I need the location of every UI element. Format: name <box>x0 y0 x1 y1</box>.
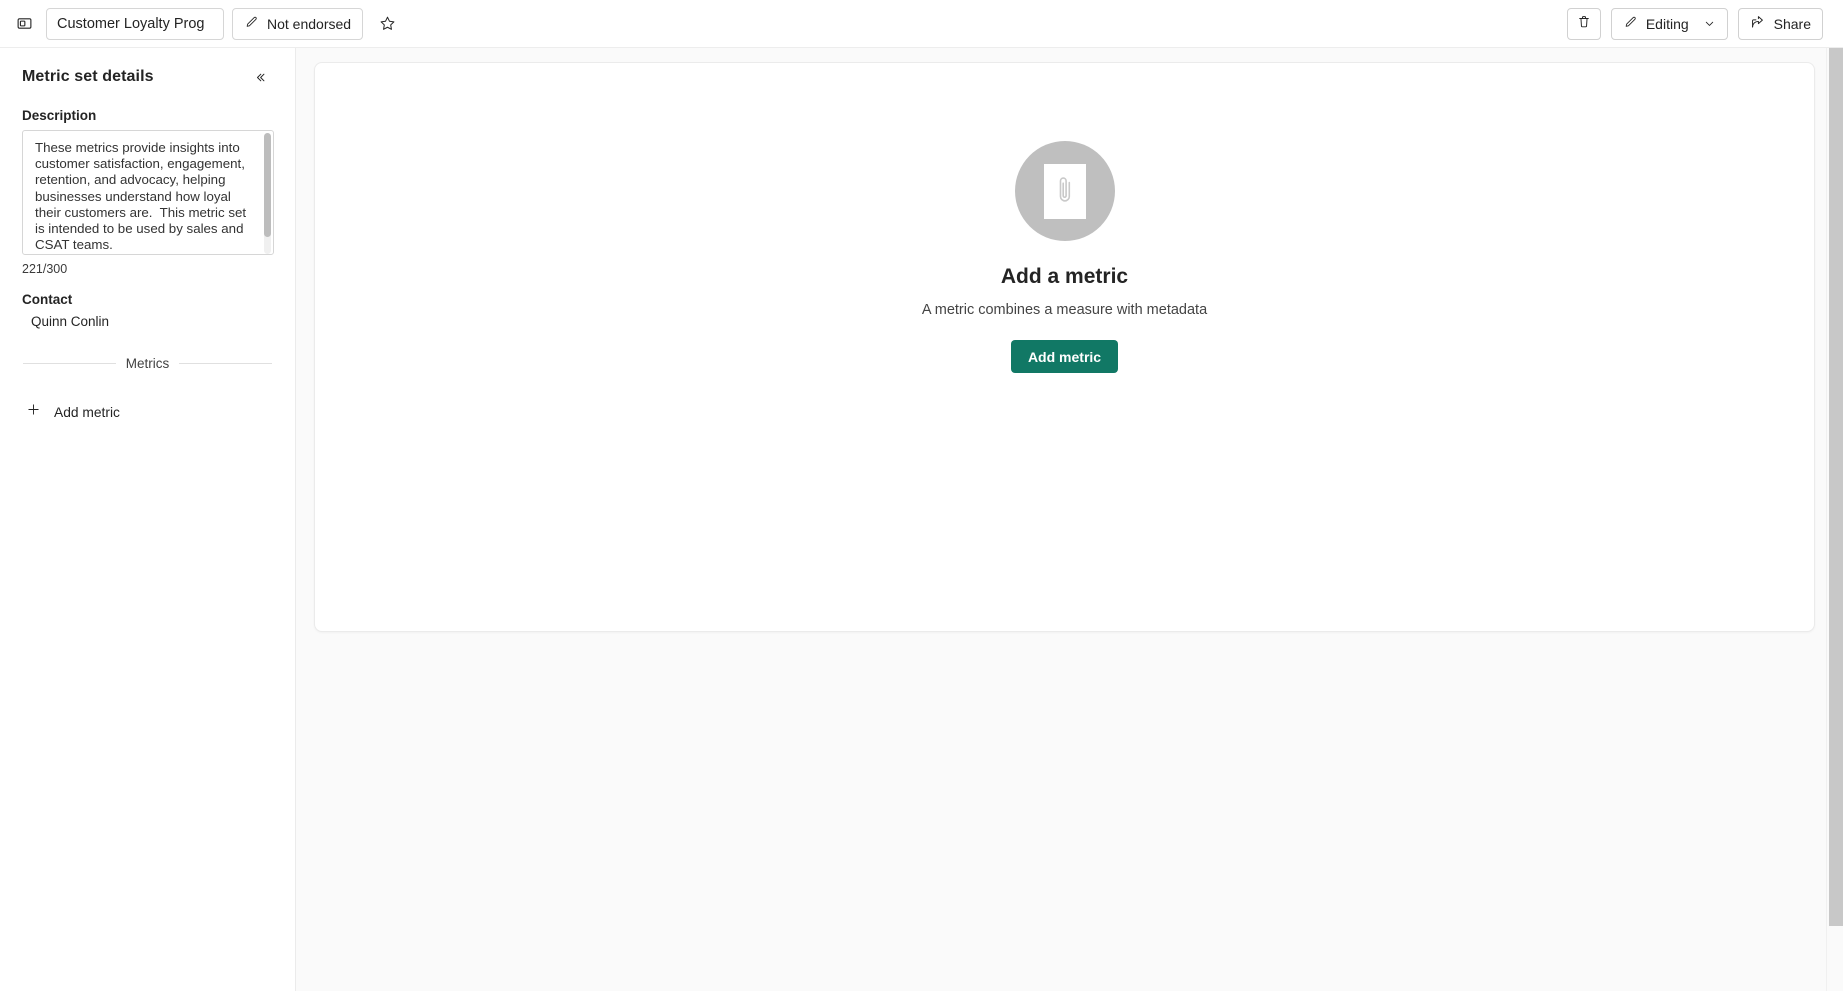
description-value: These metrics provide insights into cust… <box>35 140 250 253</box>
app-window: Customer Loyalty Prog Not endorsed Editi… <box>0 0 1843 991</box>
topbar-right-group: Editing Share <box>1566 7 1833 40</box>
chevron-down-glyph <box>1705 21 1713 26</box>
description-char-count: 221/300 <box>22 262 68 276</box>
editing-mode-button[interactable]: Editing <box>1610 7 1728 40</box>
share-glyph <box>1751 16 1763 28</box>
contact-value[interactable]: Quinn Conlin <box>22 314 273 329</box>
pencil-glyph <box>1625 16 1636 27</box>
share-label: Share <box>1773 15 1811 32</box>
chevron-down-icon[interactable] <box>1703 17 1716 30</box>
paperclip-glyph <box>1059 177 1070 202</box>
contact-label: Contact <box>22 292 73 307</box>
top-command-bar: Customer Loyalty Prog Not endorsed Editi… <box>0 0 1843 48</box>
sidebar-header: Metric set details <box>22 48 273 92</box>
endorsement-button[interactable]: Not endorsed <box>232 7 364 40</box>
delete-button[interactable] <box>1566 7 1601 40</box>
chevron-double-left-glyph <box>256 73 264 81</box>
star-glyph <box>380 16 394 30</box>
sidebar-add-metric-label: Add metric <box>54 404 120 420</box>
pencil-glyph <box>246 16 257 27</box>
description-textarea[interactable]: These metrics provide insights into cust… <box>22 130 274 255</box>
empty-state-title: Add a metric <box>1000 265 1129 288</box>
description-scrollbar-thumb[interactable] <box>264 133 271 237</box>
sidebar-title: Metric set details <box>22 68 154 85</box>
window-vertical-scrollbar[interactable] <box>1826 48 1843 991</box>
plus-glyph <box>28 404 39 415</box>
metrics-section-divider: Metrics <box>22 356 273 371</box>
trash-icon <box>1576 14 1592 33</box>
paperclip-document-icon <box>1014 141 1115 241</box>
metric-set-title-value: Customer Loyalty Prog <box>57 15 205 32</box>
editing-mode-label: Editing <box>1645 15 1689 32</box>
share-button[interactable]: Share <box>1737 7 1823 40</box>
share-icon <box>1750 14 1766 33</box>
trash-glyph <box>1579 16 1589 28</box>
metrics-divider-label: Metrics <box>125 356 170 371</box>
main-body: Metric set details Description These met… <box>0 48 1843 991</box>
chevron-double-left-icon[interactable] <box>247 64 273 90</box>
sidebar-add-metric-button[interactable]: Add metric <box>22 397 124 427</box>
plus-icon <box>26 402 41 422</box>
content-area: Add a metric A metric combines a measure… <box>296 48 1843 991</box>
metric-set-details-sidebar: Metric set details Description These met… <box>0 48 296 991</box>
divider-line-left <box>23 363 116 364</box>
window-scrollbar-thumb[interactable] <box>1829 48 1843 926</box>
pencil-icon <box>1623 15 1638 33</box>
empty-state-subtitle: A metric combines a measure with metadat… <box>921 302 1208 318</box>
divider-line-right <box>179 363 272 364</box>
pencil-icon <box>244 15 259 33</box>
document-shape <box>1043 163 1086 219</box>
add-metric-button[interactable]: Add metric <box>1010 340 1119 373</box>
metric-set-title-input[interactable]: Customer Loyalty Prog <box>46 7 224 40</box>
panel-left-glyph <box>17 18 31 29</box>
star-outline-icon[interactable] <box>371 8 403 40</box>
endorsement-label: Not endorsed <box>267 15 352 32</box>
empty-state: Add a metric A metric combines a measure… <box>855 141 1275 373</box>
panel-left-icon[interactable] <box>8 8 40 40</box>
metrics-card: Add a metric A metric combines a measure… <box>314 62 1815 632</box>
description-label: Description <box>22 108 97 123</box>
description-scrollbar[interactable] <box>264 133 271 254</box>
topbar-left-group: Customer Loyalty Prog Not endorsed <box>8 7 403 40</box>
